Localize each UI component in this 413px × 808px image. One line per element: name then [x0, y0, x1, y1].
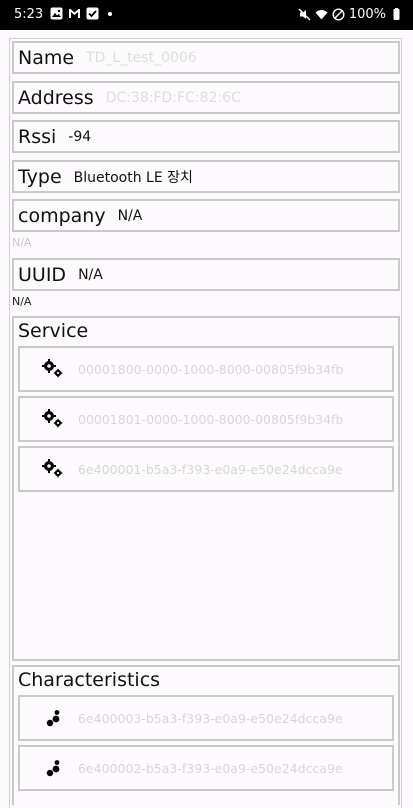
- service-uuid: 00001801-0000-1000-8000-00805f9b34fb: [78, 411, 344, 427]
- address-field: Address DC:38:FD:FC:82:6C: [12, 81, 400, 114]
- characteristic-item[interactable]: 6e400003-b5a3-f393-e0a9-e50e24dcca9e: [18, 695, 394, 741]
- gears-icon: [40, 408, 66, 430]
- company-label: company: [18, 204, 106, 227]
- characteristic-uuid: 6e400002-b5a3-f393-e0a9-e50e24dcca9e: [78, 760, 343, 776]
- company-detail-text: N/A: [12, 236, 32, 249]
- status-time: 5:23: [14, 7, 44, 22]
- service-uuid: 00001800-0000-1000-8000-00805f9b34fb: [78, 361, 344, 377]
- service-title: Service: [18, 320, 89, 342]
- status-bar: 5:23 100%: [0, 0, 413, 30]
- dnd-icon: [332, 8, 345, 21]
- service-item[interactable]: 00001800-0000-1000-8000-00805f9b34fb: [18, 346, 394, 392]
- service-item[interactable]: 00001801-0000-1000-8000-00805f9b34fb: [18, 396, 394, 442]
- characteristics-section: Characteristics 6e400003-b5a3-f393-e0a9-…: [12, 665, 400, 805]
- name-label: Name: [18, 46, 75, 69]
- uuid-detail-text: N/A: [12, 295, 32, 308]
- mute-icon: [298, 8, 311, 21]
- characteristics-title: Characteristics: [18, 669, 161, 691]
- address-value: DC:38:FD:FC:82:6C: [105, 89, 241, 106]
- notification-dot-icon: [108, 11, 112, 16]
- type-value: Bluetooth LE 장치: [73, 169, 193, 186]
- rssi-label: Rssi: [18, 125, 57, 148]
- type-field: Type Bluetooth LE 장치: [12, 160, 400, 193]
- rssi-value: -94: [68, 128, 92, 145]
- type-label: Type: [18, 165, 62, 188]
- wifi-icon: [315, 8, 328, 21]
- dots-icon: [40, 757, 66, 779]
- characteristic-uuid: 6e400003-b5a3-f393-e0a9-e50e24dcca9e: [78, 710, 343, 726]
- service-uuid: 6e400001-b5a3-f393-e0a9-e50e24dcca9e: [78, 461, 343, 477]
- address-label: Address: [18, 86, 94, 109]
- service-item[interactable]: 6e400001-b5a3-f393-e0a9-e50e24dcca9e: [18, 446, 394, 492]
- battery-icon: [390, 8, 403, 21]
- characteristic-item[interactable]: 6e400002-b5a3-f393-e0a9-e50e24dcca9e: [18, 745, 394, 791]
- checkbox-icon: [86, 7, 99, 20]
- battery-percent: 100%: [348, 7, 386, 22]
- service-section: Service 00001800-0000-1000-8000-00805f9b…: [12, 316, 400, 661]
- name-field: Name TD_L_test_0006: [12, 41, 400, 74]
- image-icon: [50, 7, 63, 20]
- uuid-field: UUID N/A: [12, 258, 400, 291]
- uuid-label: UUID: [18, 263, 67, 286]
- gmail-icon: [68, 7, 81, 20]
- company-value: N/A: [117, 207, 143, 224]
- name-value: TD_L_test_0006: [86, 49, 197, 66]
- dots-icon: [40, 707, 66, 729]
- rssi-field: Rssi -94: [12, 120, 400, 153]
- uuid-value: N/A: [78, 266, 103, 283]
- gears-icon: [40, 358, 66, 380]
- company-field: company N/A: [12, 199, 400, 232]
- gears-icon: [40, 458, 66, 480]
